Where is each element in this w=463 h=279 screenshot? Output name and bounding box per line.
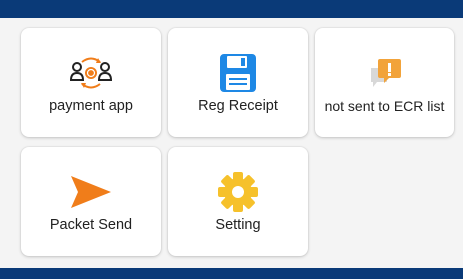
chat-alert-icon: [363, 51, 407, 95]
tile-label: payment app: [49, 98, 133, 114]
top-status-bar: [0, 0, 463, 18]
payment-app-button[interactable]: payment app: [21, 28, 161, 137]
reg-receipt-button[interactable]: Reg Receipt: [168, 28, 308, 137]
setting-button[interactable]: Setting: [168, 147, 308, 256]
floppy-disk-icon: [216, 51, 260, 95]
gear-icon: [216, 170, 260, 214]
tile-label: not sent to ECR list: [324, 98, 445, 114]
packet-send-button[interactable]: Packet Send: [21, 147, 161, 256]
payment-exchange-icon: [69, 51, 113, 95]
tile-label: Reg Receipt: [198, 98, 278, 114]
send-arrow-icon: [69, 170, 113, 214]
not-sent-to-ecr-list-button[interactable]: not sent to ECR list: [315, 28, 454, 137]
tile-label: Setting: [215, 217, 261, 233]
bottom-navigation-bar: [0, 268, 463, 279]
tile-label: Packet Send: [49, 217, 133, 233]
